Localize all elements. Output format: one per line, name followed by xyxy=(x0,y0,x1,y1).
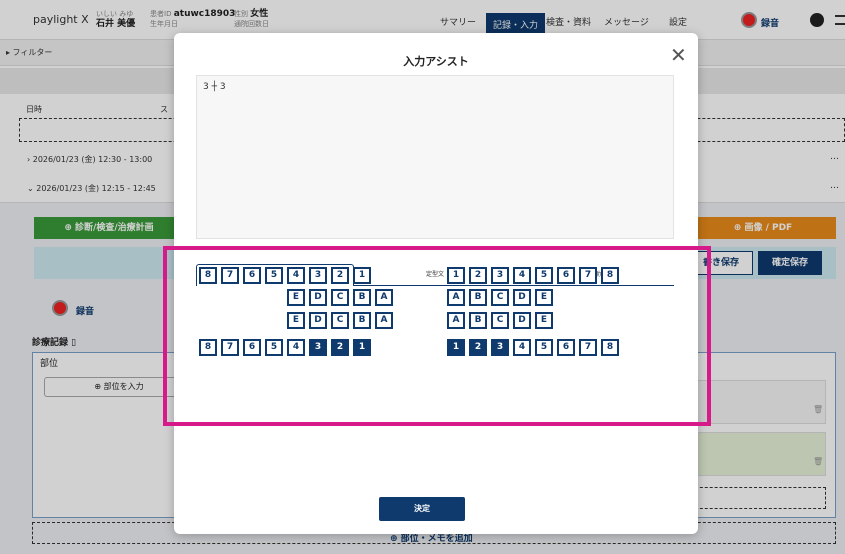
confirm-button[interactable]: 決定 xyxy=(379,497,465,521)
modal-title: 入力アシスト xyxy=(403,55,469,68)
assist-text-area[interactable]: 3 ┼ 3 xyxy=(196,75,674,239)
screen: paylight X いしい みゆ 石井 美優 患者ID atuwc18903 … xyxy=(0,0,845,554)
highlight-box xyxy=(163,246,711,426)
close-icon[interactable]: ✕ xyxy=(670,45,687,65)
assist-text-value: 3 ┼ 3 xyxy=(203,82,226,92)
